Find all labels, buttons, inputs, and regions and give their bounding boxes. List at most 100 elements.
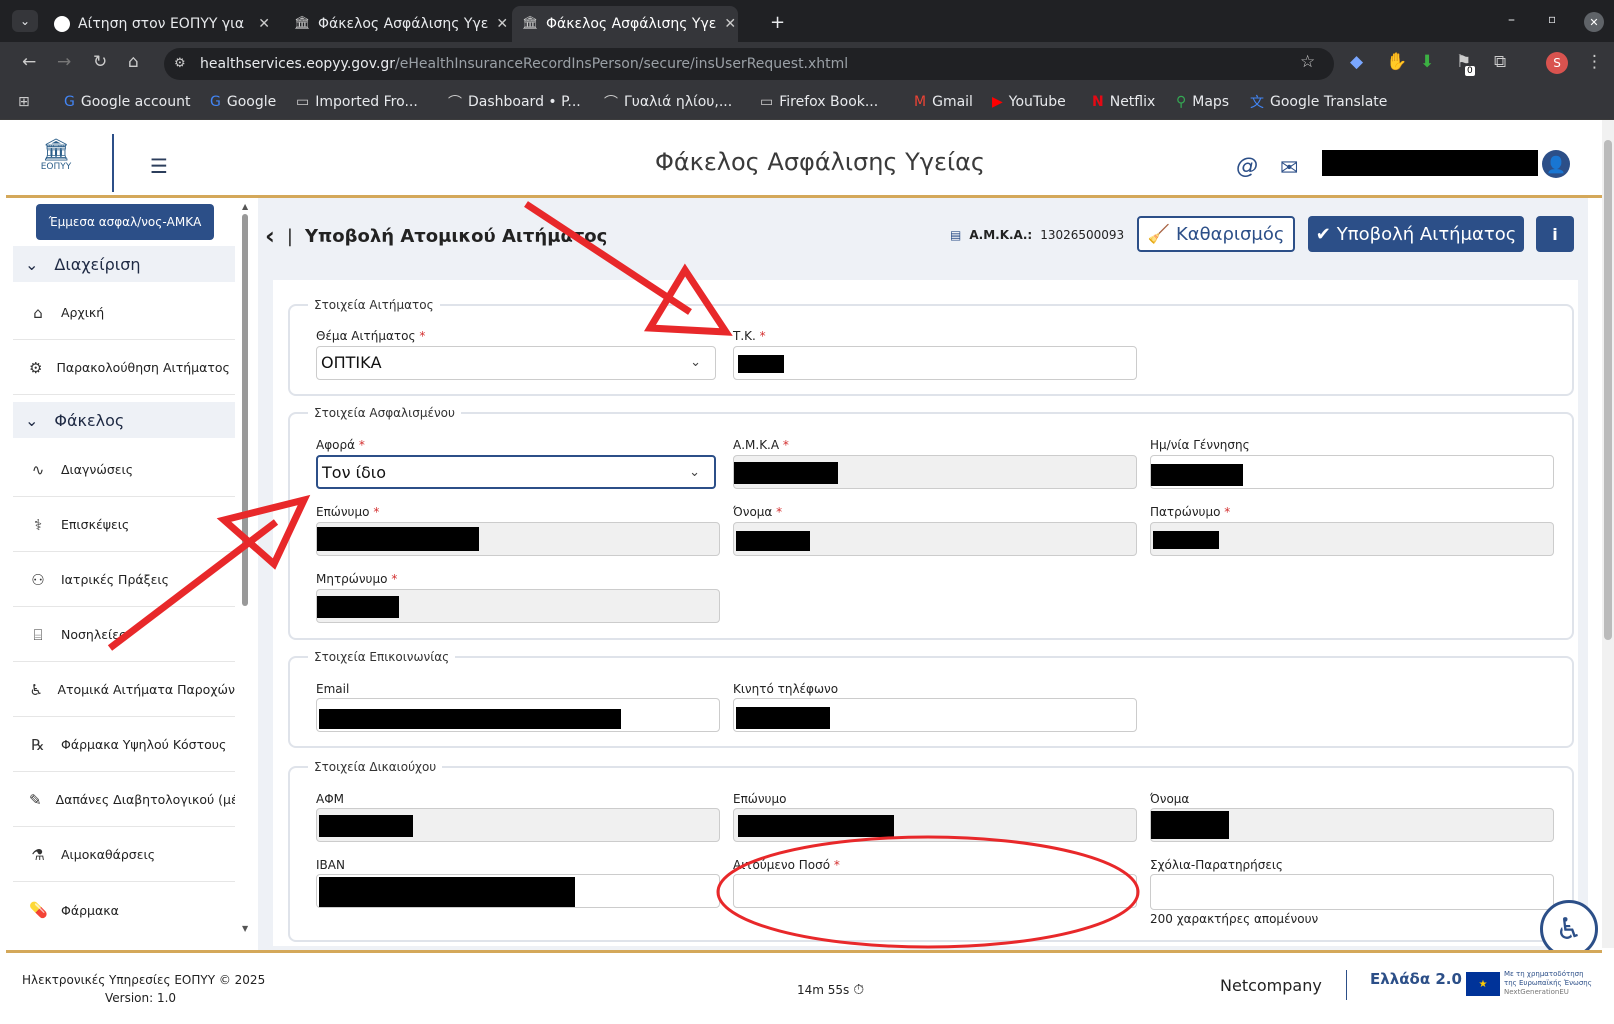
download-icon[interactable]: ⬇	[1420, 52, 1434, 72]
eopyy-favicon-icon: 🏛	[294, 16, 311, 31]
bookmark-label: Gmail	[932, 94, 973, 110]
bookmark-netflix[interactable]: N Netflix	[1092, 90, 1155, 114]
sidebar-item-label: Ατομικά Αιτήματα Παροχών	[57, 682, 235, 697]
bookmark-star-icon[interactable]: ☆	[1300, 52, 1315, 72]
extensions-puzzle-icon[interactable]: ⧉	[1494, 52, 1506, 72]
syringe-icon: ✎	[29, 790, 42, 809]
bookmark-imported[interactable]: ▭ Imported Fro...	[296, 90, 418, 114]
sidebar-section-management[interactable]: ⌄ Διαχείριση	[13, 246, 235, 282]
tab-search-chevron-icon[interactable]: ⌄	[12, 10, 38, 32]
at-sign-icon[interactable]: @	[1236, 154, 1258, 179]
sidebar-item-label: Παρακολούθηση Αιτήματος Σ.Η.	[56, 360, 235, 375]
sidebar-item-medical-acts[interactable]: ⚇ Ιατρικές Πράξεις	[13, 553, 235, 607]
info-button[interactable]: i	[1536, 216, 1574, 252]
bookmark-google-account[interactable]: G Google account	[64, 90, 190, 114]
restore-icon[interactable]: ▫	[1548, 12, 1556, 26]
sidebar-item-drugs[interactable]: 💊 Φάρμακα	[13, 883, 235, 937]
bookmark-gmail[interactable]: M Gmail	[914, 90, 973, 114]
sidebar-section-folder[interactable]: ⌄ Φάκελος	[13, 402, 235, 438]
tk-label: Τ.Κ. *	[733, 329, 766, 343]
sidebar-item-individual-requests[interactable]: ♿ Ατομικά Αιτήματα Παροχών	[13, 663, 235, 717]
forward-icon[interactable]: →	[57, 52, 71, 72]
browser-menu-icon[interactable]: ⋮	[1586, 52, 1603, 72]
extension-tag-icon[interactable]: ◆	[1350, 52, 1363, 72]
close-tab-icon[interactable]: ✕	[496, 16, 508, 32]
tk-input[interactable]	[733, 346, 1137, 380]
hamburger-menu-icon[interactable]: ☰	[150, 154, 168, 178]
sidebar-item-diabetes-expenses[interactable]: ✎ Δαπάνες Διαβητολογικού (μέχρι	[13, 773, 235, 827]
bookmark-dashboard[interactable]: ⌒ Dashboard • P...	[448, 90, 581, 114]
envelope-icon[interactable]: ✉	[1280, 156, 1298, 181]
sidebar-item-dialysis[interactable]: ⚗ Αιμοκαθάρσεις	[13, 828, 235, 882]
stopwatch-icon: ⏱	[853, 982, 865, 998]
reload-icon[interactable]: ↻	[93, 52, 107, 72]
sidebar-item-home[interactable]: ⌂ Αρχική	[13, 286, 235, 340]
bookmark-label: Google	[226, 94, 277, 110]
sidebar-item-label: Δαπάνες Διαβητολογικού (μέχρι	[55, 792, 235, 807]
site-info-icon[interactable]: ⚙	[174, 56, 186, 71]
chevron-down-icon: ⌄	[690, 355, 701, 370]
sidebar-item-label: Επισκέψεις	[61, 517, 130, 532]
tab-3-active[interactable]: 🏛 Φάκελος Ασφάλισης Υγε ✕	[512, 6, 738, 42]
mobile-input[interactable]	[733, 698, 1137, 732]
profile-avatar[interactable]: S	[1546, 52, 1568, 74]
tab-2[interactable]: 🏛 Φάκελος Ασφάλισης Υγε ✕	[284, 6, 508, 42]
afm-label: ΑΦΜ	[316, 792, 345, 806]
back-chevron-icon[interactable]: ‹	[265, 222, 275, 250]
sidebar-item-tracking[interactable]: ⚙ Παρακολούθηση Αιτήματος Σ.Η.	[13, 341, 235, 395]
scroll-down-icon[interactable]: ▼	[242, 924, 248, 933]
email-input[interactable]	[316, 698, 720, 732]
section-label: Φάκελος	[54, 410, 125, 430]
bookmark-youtube[interactable]: ▶ YouTube	[992, 90, 1066, 114]
comments-textarea[interactable]	[1150, 874, 1554, 910]
requested-amount-input[interactable]	[733, 874, 1137, 908]
sidebar-scrollbar[interactable]	[242, 214, 248, 606]
folder-icon: ▭	[760, 94, 774, 110]
sidebar-item-hospitalizations[interactable]: ⌸ Νοσηλείες	[13, 608, 235, 662]
bookmark-label: Dashboard • P...	[468, 94, 581, 110]
iban-input[interactable]	[316, 874, 720, 908]
sidebar-item-visits[interactable]: ⚕ Επισκέψεις	[13, 498, 235, 552]
dob-input	[1150, 455, 1554, 489]
apps-grid-icon[interactable]: ⊞	[18, 90, 30, 114]
tab-1[interactable]: Αίτηση στον ΕΟΠΥΥ για ✕	[44, 6, 280, 42]
back-icon[interactable]: ←	[22, 52, 36, 72]
bookmark-translate[interactable]: 文 Google Translate	[1250, 90, 1387, 114]
bookmark-sunglasses[interactable]: ⌒ Γυαλιά ηλίου,...	[604, 90, 732, 114]
eu-flag-icon: ★	[1466, 972, 1500, 996]
new-tab-icon[interactable]: +	[770, 12, 785, 33]
youtube-icon: ▶	[992, 94, 1003, 110]
sidebar-item-diagnoses[interactable]: ∿ Διαγνώσεις	[13, 443, 235, 497]
scroll-up-icon[interactable]: ▲	[242, 202, 248, 211]
concerns-select[interactable]: Τον ίδιο ⌄	[316, 455, 716, 489]
home-icon[interactable]: ⌂	[128, 52, 139, 72]
home-icon: ⌂	[33, 303, 43, 322]
close-tab-icon[interactable]: ✕	[724, 16, 736, 32]
submit-request-button[interactable]: ✔ Υποβολή Αιτήματος	[1308, 216, 1524, 252]
amount-label: Αιτούμενο Ποσό *	[733, 858, 840, 872]
sidebar-item-label: Ιατρικές Πράξεις	[61, 572, 169, 587]
fieldset-beneficiary	[288, 766, 1574, 942]
indirect-insured-amka-button[interactable]: Έμμεσα ασφαλ/νος-ΑΜΚΑ	[36, 204, 214, 240]
minimize-icon[interactable]: –	[1508, 12, 1515, 28]
extension-paw-icon[interactable]: ✋	[1386, 52, 1407, 72]
bookmark-maps[interactable]: ⚲ Maps	[1176, 90, 1229, 114]
bookmark-firefox[interactable]: ▭ Firefox Book...	[760, 90, 878, 114]
clear-button[interactable]: 🧹 Καθαρισμός	[1137, 216, 1295, 252]
page-scrollbar-thumb[interactable]	[1604, 140, 1612, 640]
page-icon: ⌒	[604, 95, 618, 111]
legend-insured: Στοιχεία Ασφαλισμένου	[308, 406, 461, 420]
app-title: Φάκελος Ασφάλισης Υγείας	[654, 148, 986, 176]
page-icon: ⌒	[448, 95, 462, 111]
comments-label: Σχόλια-Παρατηρήσεις	[1150, 858, 1283, 872]
eopyy-favicon-icon: 🏛	[522, 16, 539, 31]
father-input	[1150, 522, 1554, 556]
sidebar-item-high-cost-drugs[interactable]: ℞ Φάρμακα Υψηλού Κόστους	[13, 718, 235, 772]
bookmark-google[interactable]: G Google	[210, 90, 276, 114]
close-tab-icon[interactable]: ✕	[258, 16, 270, 32]
close-window-icon[interactable]: ✕	[1584, 12, 1604, 32]
page-heading: ‹ | Υποβολή Ατομικού Αιτήματος	[265, 222, 607, 250]
topic-select[interactable]: ΟΠΤΙΚΑ ⌄	[316, 346, 716, 380]
user-account-icon[interactable]: 👤	[1542, 150, 1570, 178]
address-bar[interactable]: healthservices.eopyy.gov.gr/eHealthInsur…	[164, 48, 1334, 80]
